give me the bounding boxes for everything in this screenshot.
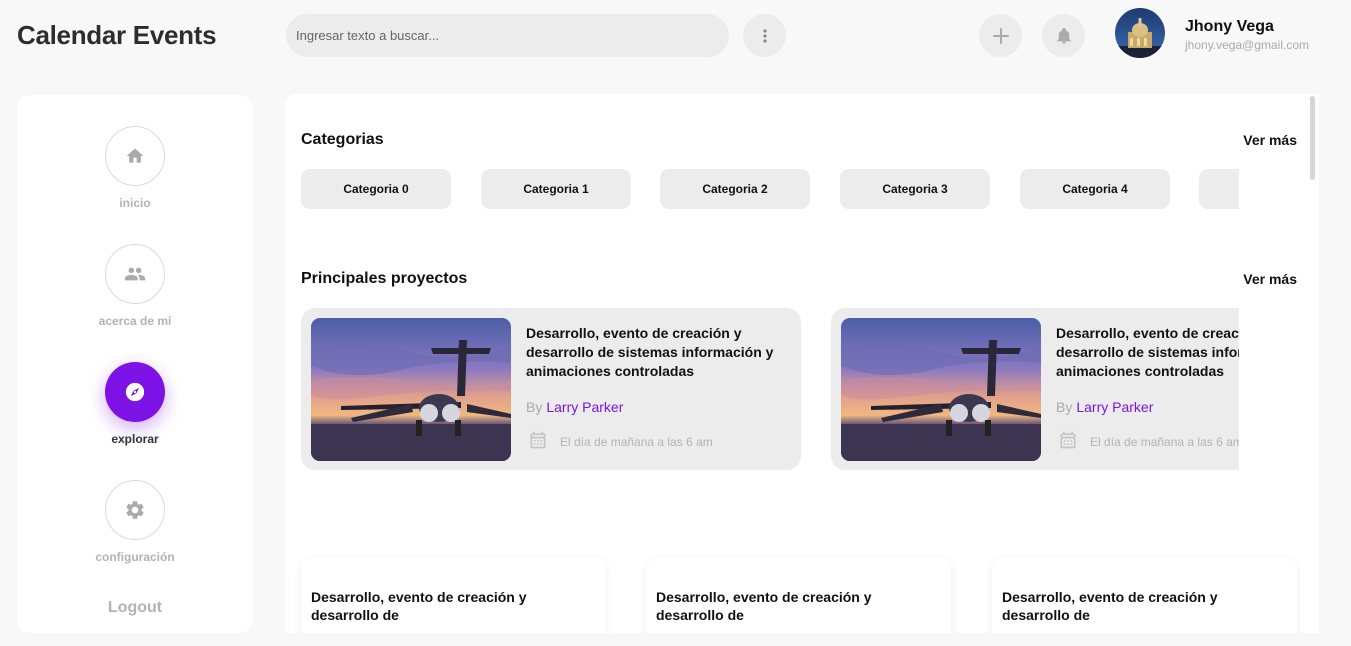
home-icon xyxy=(126,148,144,163)
sidebar-item-configuracion[interactable]: configuración xyxy=(17,480,253,564)
project-title: Desarrollo, evento de creación y desarro… xyxy=(1056,325,1239,379)
user-name: Jhony Vega xyxy=(1185,18,1274,35)
category-chip[interactable]: Categoria 3 xyxy=(840,169,990,209)
project-author-link[interactable]: Larry Parker xyxy=(546,399,623,415)
sidebar-item-label: explorar xyxy=(111,432,159,446)
search-input[interactable] xyxy=(286,14,729,57)
project-date: El día de mañana a las 6 am xyxy=(560,435,713,449)
nav-circle[interactable] xyxy=(105,244,165,304)
project-title: Desarrollo, evento de creación y desarro… xyxy=(526,325,774,379)
airplane-image xyxy=(841,318,1041,461)
project-card[interactable]: Desarrollo, evento de creación y desarro… xyxy=(831,308,1239,470)
sidebar-item-label: inicio xyxy=(119,196,151,210)
sidebar-item-label: acerca de mí xyxy=(98,314,172,328)
nav-circle[interactable] xyxy=(105,362,165,422)
main-panel: Categorias Ver más Categoria 0 Categoria… xyxy=(285,94,1319,633)
scrollbar[interactable] xyxy=(1310,96,1315,180)
project-image xyxy=(841,318,1041,461)
more-vertical-icon xyxy=(762,28,767,43)
add-button[interactable] xyxy=(979,14,1022,57)
calendar-icon xyxy=(530,431,546,449)
sidebar-item-inicio[interactable]: inicio xyxy=(17,126,253,210)
plus-icon xyxy=(992,27,1009,44)
compass-icon xyxy=(125,382,145,402)
project-byline: By Larry Parker xyxy=(1056,399,1153,415)
category-chip[interactable]: Categoria 2 xyxy=(660,169,810,209)
sidebar-item-explorar[interactable]: explorar xyxy=(17,362,253,446)
event-card[interactable]: Desarrollo, evento de creación y desarro… xyxy=(301,558,606,633)
event-card-title: Desarrollo, evento de creación y desarro… xyxy=(656,589,872,623)
category-chip[interactable]: Categoria 1 xyxy=(481,169,631,209)
airplane-image xyxy=(311,318,511,461)
event-card[interactable]: Desarrollo, evento de creación y desarro… xyxy=(992,558,1297,633)
project-author-link[interactable]: Larry Parker xyxy=(1076,399,1153,415)
projects-title: Principales proyectos xyxy=(301,270,468,287)
event-card-title: Desarrollo, evento de creación y desarro… xyxy=(1002,589,1218,623)
category-chip[interactable]: Categoria 4 xyxy=(1020,169,1170,209)
projects-list: Desarrollo, evento de creación y desarro… xyxy=(301,308,1239,471)
categories-list: Categoria 0 Categoria 1 Categoria 2 Cate… xyxy=(301,169,1239,209)
category-chip[interactable]: Categoria 0 xyxy=(301,169,451,209)
event-card[interactable]: Desarrollo, evento de creación y desarro… xyxy=(646,558,951,633)
project-card[interactable]: Desarrollo, evento de creación y desarro… xyxy=(301,308,801,470)
notifications-button[interactable] xyxy=(1042,14,1085,57)
user-email: jhony.vega@gmail.com xyxy=(1185,38,1310,52)
sidebar: inicio acerca de mí explorar configuraci… xyxy=(17,95,253,633)
by-label: By xyxy=(526,399,543,415)
project-byline: By Larry Parker xyxy=(526,399,623,415)
by-label: By xyxy=(1056,399,1073,415)
categories-title: Categorias xyxy=(301,131,384,148)
category-chip[interactable] xyxy=(1199,169,1239,209)
avatar-image xyxy=(1115,8,1165,58)
project-date: El día de mañana a las 6 am xyxy=(1090,435,1239,449)
project-image xyxy=(311,318,511,461)
calendar-icon xyxy=(1060,431,1076,449)
categories-see-more-link[interactable]: Ver más xyxy=(1243,132,1297,148)
projects-see-more-link[interactable]: Ver más xyxy=(1243,271,1297,287)
gear-icon xyxy=(126,501,144,519)
nav-circle[interactable] xyxy=(105,126,165,186)
avatar[interactable] xyxy=(1115,8,1165,58)
logout-button[interactable]: Logout xyxy=(17,599,253,617)
bell-icon xyxy=(1056,27,1071,43)
sidebar-item-label: configuración xyxy=(95,550,175,564)
event-card-title: Desarrollo, evento de creación y desarro… xyxy=(311,589,527,623)
people-icon xyxy=(124,267,146,281)
nav-circle[interactable] xyxy=(105,480,165,540)
app-title: Calendar Events xyxy=(17,20,217,50)
sidebar-item-acerca[interactable]: acerca de mí xyxy=(17,244,253,328)
more-options-button[interactable] xyxy=(743,14,786,57)
